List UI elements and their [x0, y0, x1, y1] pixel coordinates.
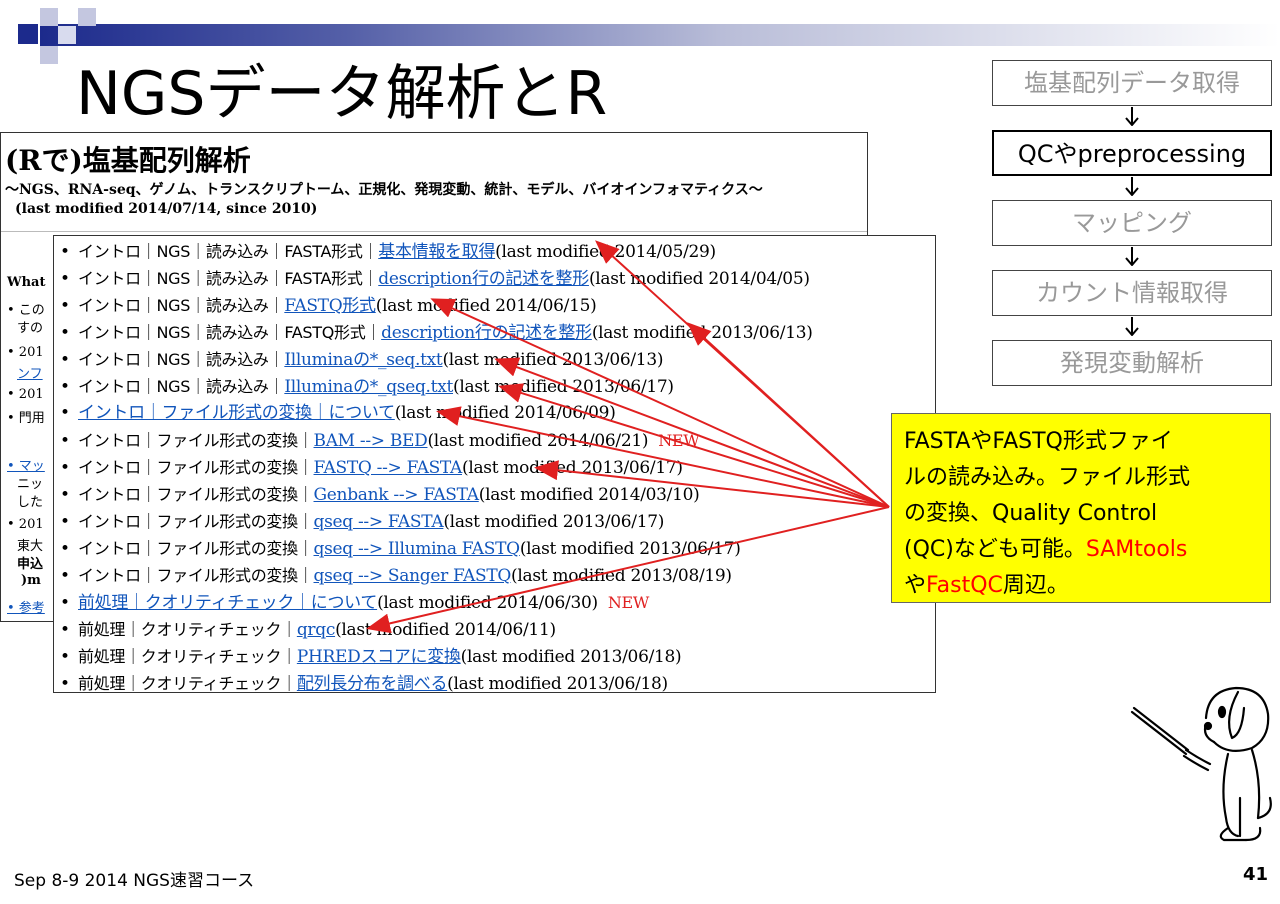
callout-arrows	[366, 240, 890, 634]
slide-number: 41	[1242, 864, 1268, 885]
arrow-group	[366, 240, 890, 634]
dog-mascot-illustration	[1130, 686, 1272, 842]
arrow	[430, 298, 890, 508]
arrow	[498, 383, 890, 508]
arrow	[436, 406, 890, 508]
arrow	[687, 322, 890, 508]
footer-course-label: Sep 8-9 2014 NGS速習コース	[14, 871, 255, 891]
arrow	[366, 506, 890, 634]
